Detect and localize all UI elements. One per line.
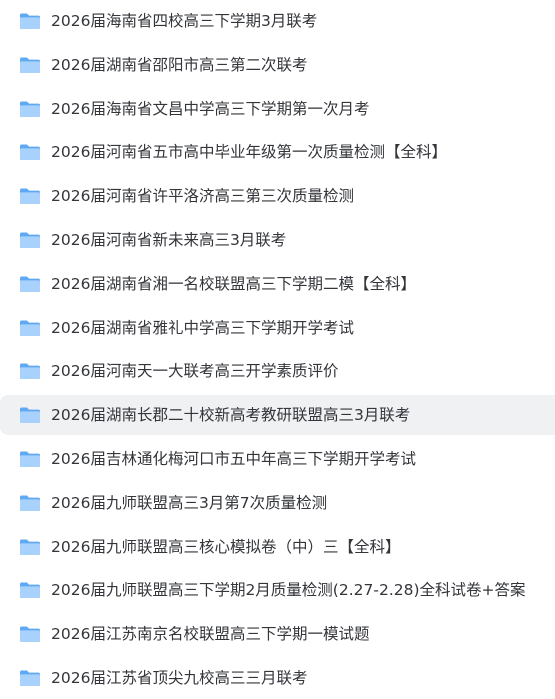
folder-icon (20, 320, 40, 336)
folder-icon (20, 451, 40, 467)
folder-icon (20, 407, 40, 424)
folder-row[interactable]: 2026届海南省四校高三下学期3月联考 (0, 1, 555, 41)
folder-icon (20, 188, 40, 205)
folder-icon (20, 13, 40, 29)
folder-row[interactable]: 2026届海南省文昌中学高三下学期第一次月考 (0, 89, 555, 129)
folder-row[interactable]: 2026届河南省新未来高三3月联考 (0, 220, 555, 260)
folder-row[interactable]: 2026届湖南省湘一名校联盟高三下学期二模【全科】 (0, 264, 555, 304)
folder-row[interactable]: 2026届九师联盟高三核心模拟卷（中）三【全科】 (0, 527, 555, 567)
folder-name: 2026届吉林通化梅河口市五中年高三下学期开学考试 (51, 450, 416, 468)
folder-row[interactable]: 2026届九师联盟高三下学期2月质量检测(2.27-2.28)全科试卷+答案 (0, 570, 555, 610)
folder-icon (20, 626, 40, 643)
folder-row[interactable]: 2026届吉林通化梅河口市五中年高三下学期开学考试 (0, 439, 555, 479)
folder-row[interactable]: 2026届河南省五市高中毕业年级第一次质量检测【全科】 (0, 132, 555, 172)
folder-name: 2026届河南省五市高中毕业年级第一次质量检测【全科】 (51, 143, 447, 162)
folder-icon (20, 232, 40, 248)
folder-name: 2026届海南省四校高三下学期3月联考 (51, 12, 318, 30)
folder-name: 2026届湖南长郡二十校新高考教研联盟高三3月联考 (51, 406, 411, 425)
folder-name: 2026届九师联盟高三下学期2月质量检测(2.27-2.28)全科试卷+答案 (51, 581, 526, 600)
folder-name: 2026届湖南省邵阳市高三第二次联考 (51, 55, 308, 74)
folder-icon (20, 539, 40, 555)
folder-icon (20, 101, 40, 117)
folder-row[interactable]: 2026届江苏南京名校联盟高三下学期一模试题 (0, 614, 555, 654)
folder-name: 2026届江苏南京名校联盟高三下学期一模试题 (51, 625, 370, 644)
folder-icon (20, 57, 40, 73)
folder-icon (20, 144, 40, 161)
folder-name: 2026届九师联盟高三核心模拟卷（中）三【全科】 (51, 537, 401, 556)
folder-name: 2026届九师联盟高三3月第7次质量检测 (51, 493, 328, 512)
folder-row[interactable]: 2026届九师联盟高三3月第7次质量检测 (0, 483, 555, 523)
folder-name: 2026届海南省文昌中学高三下学期第一次月考 (51, 99, 370, 118)
folder-name: 2026届湖南省湘一名校联盟高三下学期二模【全科】 (51, 274, 416, 293)
folder-icon (20, 582, 40, 599)
folder-list: 2026届海南省四校高三下学期3月联考 2026届湖南省邵阳市高三第二次联考 202… (0, 0, 555, 699)
folder-name: 2026届河南省许平洛济高三第三次质量检测 (51, 187, 354, 206)
folder-name: 2026届河南天一大联考高三开学素质评价 (51, 362, 339, 381)
folder-row[interactable]: 2026届湖南省雅礼中学高三下学期开学考试 (0, 308, 555, 348)
folder-icon (20, 276, 40, 292)
folder-row[interactable]: 2026届河南省许平洛济高三第三次质量检测 (0, 176, 555, 216)
folder-row[interactable]: 2026届湖南长郡二十校新高考教研联盟高三3月联考 (0, 395, 555, 436)
folder-icon (20, 495, 40, 511)
folder-row[interactable]: 2026届江苏省顶尖九校高三三月联考 (0, 658, 555, 698)
folder-row[interactable]: 2026届湖南省邵阳市高三第二次联考 (0, 45, 555, 85)
folder-name: 2026届湖南省雅礼中学高三下学期开学考试 (51, 318, 354, 337)
folder-icon (20, 363, 40, 380)
folder-row[interactable]: 2026届河南天一大联考高三开学素质评价 (0, 351, 555, 391)
folder-name: 2026届河南省新未来高三3月联考 (51, 231, 287, 249)
folder-name: 2026届江苏省顶尖九校高三三月联考 (51, 669, 308, 687)
folder-icon (20, 670, 40, 686)
